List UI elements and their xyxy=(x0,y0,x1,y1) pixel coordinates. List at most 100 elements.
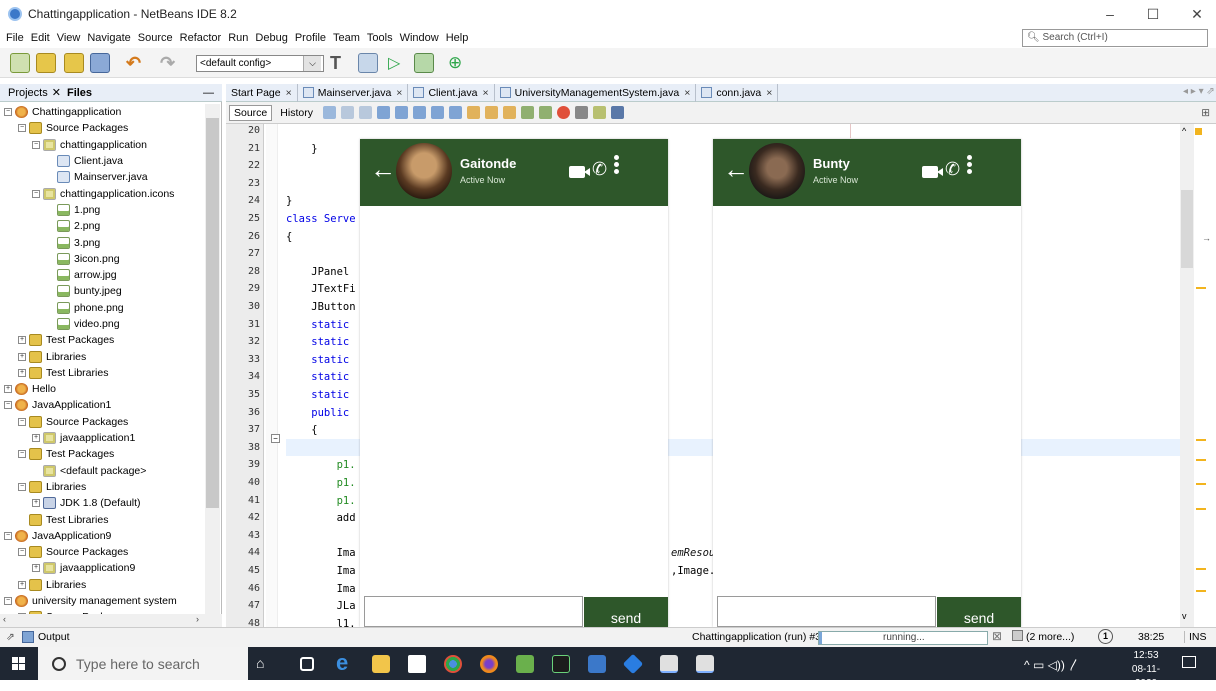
output-tab[interactable]: Output xyxy=(38,631,70,643)
menu-file[interactable]: File xyxy=(6,32,24,44)
tree-expand-icon[interactable]: + xyxy=(32,499,40,508)
tree-expand-icon[interactable]: − xyxy=(18,548,26,557)
tree-item[interactable]: arrow.jpg xyxy=(0,267,205,283)
tree-expand-icon[interactable]: + xyxy=(32,564,40,573)
notification-center-icon[interactable] xyxy=(1182,656,1196,668)
editor-tab[interactable]: Client.java × xyxy=(408,83,495,102)
tree-expand-icon[interactable]: − xyxy=(32,140,40,149)
send-button[interactable]: send xyxy=(937,597,1021,627)
tree-expand-icon[interactable]: − xyxy=(32,189,40,198)
more-options-icon[interactable] xyxy=(614,155,620,176)
close-button[interactable]: ✕ xyxy=(1187,6,1207,23)
task-view-icon[interactable] xyxy=(300,657,314,671)
tree-item[interactable]: + Test Packages xyxy=(0,332,205,348)
tree-item[interactable]: phone.png xyxy=(0,300,205,316)
video-call-icon[interactable] xyxy=(922,166,943,178)
prev-bookmark-icon[interactable] xyxy=(466,106,480,119)
source-view-button[interactable]: Source xyxy=(229,104,273,121)
split-window-icon[interactable]: ⊞ xyxy=(1201,107,1210,119)
tree-item[interactable]: − Test Packages xyxy=(0,446,205,462)
message-input[interactable] xyxy=(364,596,583,627)
tree-item[interactable]: 1.png xyxy=(0,202,205,218)
tree-item[interactable]: − Chattingapplication xyxy=(0,104,205,120)
maximize-button[interactable]: ☐ xyxy=(1143,6,1163,23)
cancel-task-icon[interactable]: ⊠ xyxy=(992,629,1002,643)
tree-item[interactable]: − chattingapplication xyxy=(0,137,205,153)
tree-item[interactable]: Mainserver.java xyxy=(0,169,205,185)
chrome-icon[interactable] xyxy=(444,655,462,673)
send-button[interactable]: send xyxy=(584,597,668,627)
menu-profile[interactable]: Profile xyxy=(295,32,326,44)
menu-view[interactable]: View xyxy=(57,32,81,44)
toggle-rect-selection-icon[interactable] xyxy=(448,106,462,119)
tree-expand-icon[interactable]: + xyxy=(32,434,40,443)
warning-marker-icon[interactable] xyxy=(1196,459,1206,461)
tab-projects-close-icon[interactable]: ✕ xyxy=(52,86,61,99)
menu-navigate[interactable]: Navigate xyxy=(87,32,130,44)
store-icon[interactable] xyxy=(408,655,426,673)
toggle-highlight-icon[interactable] xyxy=(430,106,444,119)
tree-hscrollbar[interactable]: ‹ › xyxy=(0,614,222,627)
menu-edit[interactable]: Edit xyxy=(31,32,50,44)
editor-tab[interactable]: UniversityManagementSystem.java × xyxy=(495,83,697,102)
open-project-icon[interactable] xyxy=(64,53,84,73)
back-arrow-icon[interactable]: ← xyxy=(723,156,749,182)
fold-toggle-icon[interactable]: − xyxy=(271,434,280,443)
taskbar-clock[interactable]: 12:53 08-11-2020 xyxy=(1124,649,1168,691)
microphone-icon[interactable]: ⌂ xyxy=(256,655,274,673)
menu-tools[interactable]: Tools xyxy=(367,32,393,44)
editor-tab[interactable]: Mainserver.java × xyxy=(298,83,409,102)
phone-icon[interactable]: ✆ xyxy=(945,159,960,180)
tree-expand-icon[interactable]: − xyxy=(4,401,12,410)
find-next-icon[interactable] xyxy=(412,106,426,119)
tree-expand-icon[interactable]: + xyxy=(18,336,26,345)
tree-expand-icon[interactable]: − xyxy=(18,417,26,426)
menu-debug[interactable]: Debug xyxy=(255,32,287,44)
warning-marker-icon[interactable] xyxy=(1195,128,1202,135)
menu-team[interactable]: Team xyxy=(333,32,360,44)
tree-item[interactable]: − JavaApplication9 xyxy=(0,528,205,544)
back-icon[interactable] xyxy=(340,106,354,119)
editor-tab[interactable]: conn.java × xyxy=(696,83,779,102)
warning-marker-icon[interactable] xyxy=(1196,508,1206,510)
app-icon[interactable] xyxy=(588,655,606,673)
tree-item[interactable]: Test Libraries xyxy=(0,511,205,527)
scroll-right-icon[interactable]: › xyxy=(196,614,199,624)
new-project-icon[interactable] xyxy=(36,53,56,73)
menu-help[interactable]: Help xyxy=(446,32,469,44)
uncomment-icon[interactable] xyxy=(610,106,624,119)
tree-item[interactable]: + javaapplication1 xyxy=(0,430,205,446)
tree-item[interactable]: − Source Packages xyxy=(0,544,205,560)
start-button[interactable] xyxy=(0,647,38,680)
tree-expand-icon[interactable]: + xyxy=(18,368,26,377)
run-icon[interactable]: ▷ xyxy=(388,53,408,73)
maximize-output-icon[interactable]: ⇗ xyxy=(6,631,15,643)
comment-icon[interactable] xyxy=(592,106,606,119)
menu-refactor[interactable]: Refactor xyxy=(180,32,222,44)
firefox-icon[interactable] xyxy=(480,655,498,673)
tree-expand-icon[interactable]: − xyxy=(4,108,12,117)
pycharm-icon[interactable] xyxy=(552,655,570,673)
forward-icon[interactable] xyxy=(358,106,372,119)
warning-marker-icon[interactable] xyxy=(1196,590,1206,592)
editor-tab[interactable]: Start Page × xyxy=(226,83,298,102)
tree-expand-icon[interactable]: − xyxy=(4,597,12,606)
tab-files[interactable]: Files xyxy=(67,87,92,99)
tab-close-icon[interactable]: × xyxy=(286,87,292,99)
minimize-button[interactable]: – xyxy=(1100,6,1120,22)
tree-item[interactable]: − Source Packages xyxy=(0,120,205,136)
editor-scrollbar-thumb[interactable] xyxy=(1181,190,1193,268)
java-app-icon[interactable] xyxy=(696,655,714,673)
video-call-icon[interactable] xyxy=(569,166,590,178)
tab-close-icon[interactable]: × xyxy=(396,87,402,99)
config-dropdown-chevron-icon[interactable]: ⌵ xyxy=(303,56,321,71)
netbeans-taskbar-icon[interactable] xyxy=(516,655,534,673)
tree-expand-icon[interactable]: − xyxy=(4,531,12,540)
tree-scrollbar-thumb[interactable] xyxy=(206,118,219,508)
toggle-bookmark-icon[interactable] xyxy=(502,106,516,119)
tab-scroll-arrows-icon[interactable]: ◂ ▸ ▾ ⇗ xyxy=(1183,86,1215,97)
tree-item[interactable]: + Libraries xyxy=(0,577,205,593)
new-file-icon[interactable] xyxy=(10,53,30,73)
taskbar-search-input[interactable]: Type here to search xyxy=(38,647,248,680)
more-tasks-link[interactable]: (2 more...) xyxy=(1026,631,1074,643)
